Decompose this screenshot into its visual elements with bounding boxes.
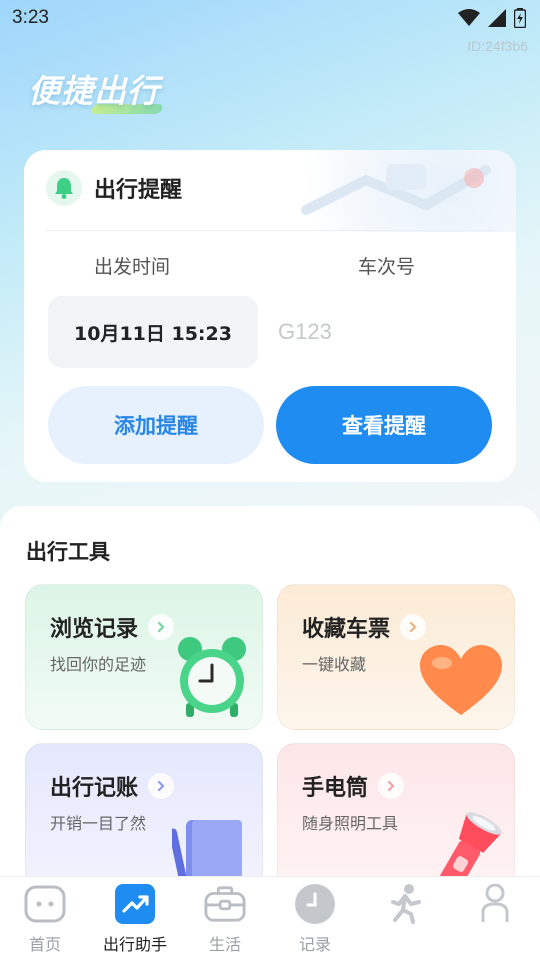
tool-subtitle: 一键收藏	[302, 655, 367, 674]
tool-browse-history[interactable]: 浏览记录 找回你的足迹	[25, 584, 263, 730]
status-time: 3:23	[12, 7, 49, 28]
nav-label: 首页	[28, 935, 61, 954]
chevron-right-icon	[378, 773, 405, 799]
add-reminder-button[interactable]: 添加提醒	[48, 386, 264, 464]
tool-subtitle: 开销一目了然	[50, 814, 147, 833]
bell-icon-wrap	[46, 170, 82, 206]
nav-item-travel-assistant[interactable]: 出行助手	[90, 877, 180, 955]
reminder-card: 出行提醒 出发时间 车次号 10月11日 15:23 添加提醒 查看提醒	[24, 150, 516, 482]
runner-icon	[384, 883, 426, 925]
brand-title: 便捷出行	[28, 72, 161, 110]
chevron-right-icon	[148, 773, 175, 799]
divider	[46, 230, 494, 231]
tool-title: 收藏车票	[302, 617, 391, 642]
signal-icon	[488, 9, 506, 27]
briefcase-icon	[204, 883, 246, 925]
map-illustration-icon	[301, 164, 491, 215]
tile-title-wrap: 收藏车票	[302, 611, 427, 643]
status-bar: 3:23	[0, 0, 540, 36]
tools-title: 出行工具	[26, 540, 110, 564]
nav-item-home[interactable]: 首页	[0, 877, 90, 955]
tool-favorite-tickets[interactable]: 收藏车票 一键收藏	[277, 584, 515, 730]
id-tag: ID:24f3b6	[467, 38, 528, 54]
chevron-right-icon	[400, 614, 427, 640]
reminder-header: 出行提醒	[46, 170, 182, 206]
bottom-navigation: 首页 出行助手 生活 记录	[0, 876, 540, 960]
train-number-input[interactable]	[278, 306, 498, 358]
tile-title-wrap: 手电筒	[302, 770, 405, 802]
heart-icon	[418, 643, 504, 723]
card-decoration	[286, 150, 516, 232]
tools-section: 出行工具 浏览记录 找回你的足迹 收藏车票 一键收藏 出行记账 开销一目了然 手…	[0, 506, 540, 889]
nav-item-life[interactable]: 生活	[180, 877, 270, 955]
trend-icon	[114, 883, 156, 925]
home-icon	[24, 883, 66, 925]
nav-item-profile[interactable]	[450, 877, 540, 931]
view-reminder-button[interactable]: 查看提醒	[276, 386, 492, 464]
battery-icon	[514, 8, 526, 28]
chevron-right-icon	[148, 614, 175, 640]
tool-subtitle: 随身照明工具	[302, 814, 399, 833]
bell-icon	[55, 178, 73, 199]
tool-flashlight[interactable]: 手电筒 随身照明工具	[277, 743, 515, 889]
nav-label: 记录	[298, 935, 331, 954]
tile-title-wrap: 出行记账	[50, 770, 175, 802]
departure-time-label: 出发时间	[94, 256, 171, 278]
departure-time-picker[interactable]: 10月11日 15:23	[48, 296, 258, 368]
tile-title-wrap: 浏览记录	[50, 611, 175, 643]
clock-icon	[294, 883, 336, 925]
nav-item-activity[interactable]	[360, 877, 450, 931]
tool-title: 浏览记录	[50, 617, 139, 642]
tool-title: 手电筒	[302, 776, 369, 801]
nav-label: 出行助手	[102, 935, 167, 954]
profile-icon	[474, 883, 516, 925]
reminder-title: 出行提醒	[94, 178, 183, 203]
tool-title: 出行记账	[50, 776, 139, 801]
nav-label: 生活	[208, 935, 241, 954]
tool-travel-expense[interactable]: 出行记账 开销一目了然	[25, 743, 263, 889]
train-number-label: 车次号	[358, 256, 416, 278]
alarm-clock-icon	[172, 633, 252, 723]
status-icons	[458, 8, 526, 28]
nav-item-records[interactable]: 记录	[270, 877, 360, 955]
wifi-icon	[458, 9, 480, 26]
tool-subtitle: 找回你的足迹	[50, 655, 147, 674]
